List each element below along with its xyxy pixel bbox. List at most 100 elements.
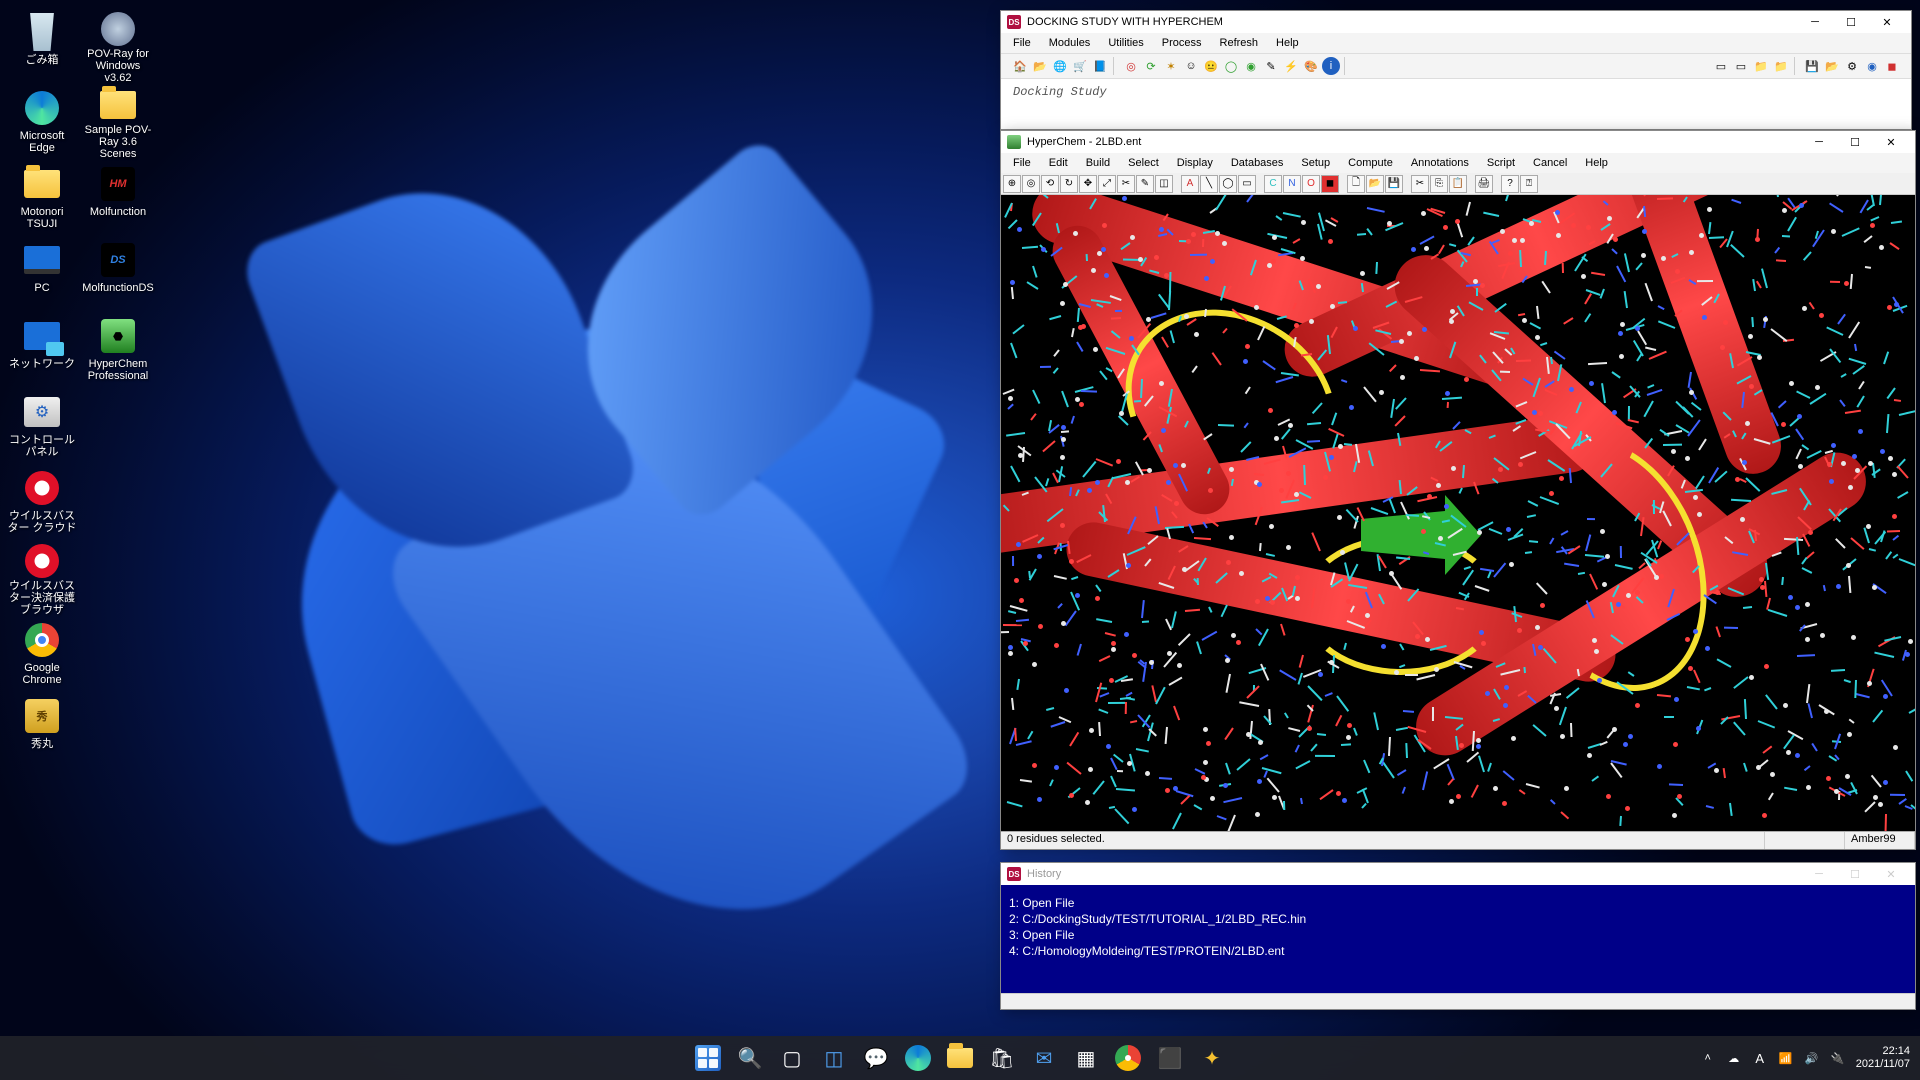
history-body[interactable]: 1: Open File2: C:/DockingStudy/TEST/TUTO… — [1001, 885, 1915, 993]
tool-rotate-xy-icon[interactable]: ⟲ — [1041, 175, 1059, 193]
history-maximize-button[interactable]: ☐ — [1837, 863, 1873, 885]
hyperchem-menu-script[interactable]: Script — [1479, 155, 1523, 171]
tool-help-icon[interactable]: ? — [1501, 175, 1519, 193]
tray-onedrive-icon[interactable]: ☁ — [1726, 1050, 1742, 1066]
history-minimize-button[interactable]: ─ — [1801, 863, 1837, 885]
tb-edit-icon[interactable]: ✎ — [1262, 57, 1280, 75]
tool-zclip-icon[interactable]: ✂ — [1117, 175, 1135, 193]
hyperchem-menu-edit[interactable]: Edit — [1041, 155, 1076, 171]
taskbar-explorer-icon[interactable] — [942, 1040, 978, 1076]
tb-ring-icon[interactable]: ◉ — [1242, 57, 1260, 75]
tool-carbon-icon[interactable]: C — [1264, 175, 1282, 193]
tb-open2-icon[interactable]: 📁 — [1752, 57, 1770, 75]
history-titlebar[interactable]: DS History ─ ☐ ✕ — [1001, 863, 1915, 885]
hyperchem-menu-help[interactable]: Help — [1577, 155, 1616, 171]
desktop-icon-molfunctionds[interactable]: DSMolfunctionDS — [80, 236, 156, 312]
tb-circle2-icon[interactable]: ◉ — [1863, 57, 1881, 75]
hyperchem-titlebar[interactable]: HyperChem - 2LBD.ent ─ ☐ ✕ — [1001, 131, 1915, 153]
tb-home-icon[interactable]: 🏠 — [1011, 57, 1029, 75]
tb-open-icon[interactable]: 📂 — [1031, 57, 1049, 75]
tool-line-icon[interactable]: ╲ — [1200, 175, 1218, 193]
desktop-icon-povray[interactable]: POV-Ray for Windows v3.62 — [80, 8, 156, 84]
tb-cart-icon[interactable]: 🛒 — [1071, 57, 1089, 75]
hyperchem-minimize-button[interactable]: ─ — [1801, 131, 1837, 153]
desktop-icon-folder[interactable]: Motonori TSUJI — [4, 160, 80, 236]
tb-open3-icon[interactable]: 📁 — [1772, 57, 1790, 75]
tb-info-icon[interactable]: i — [1322, 57, 1340, 75]
history-close-button[interactable]: ✕ — [1873, 863, 1909, 885]
tool-translate-icon[interactable]: ✥ — [1079, 175, 1097, 193]
desktop-icon-controlpanel[interactable]: コントロール パネル — [4, 388, 80, 464]
docking-titlebar[interactable]: DS DOCKING STUDY WITH HYPERCHEM ─ ☐ ✕ — [1001, 11, 1911, 33]
tb-smile-icon[interactable]: ☺ — [1182, 57, 1200, 75]
hyperchem-menu-databases[interactable]: Databases — [1223, 155, 1292, 171]
docking-menu-process[interactable]: Process — [1154, 35, 1210, 51]
taskbar-hyperchem-icon[interactable]: ⬛ — [1152, 1040, 1188, 1076]
hyperchem-maximize-button[interactable]: ☐ — [1837, 131, 1873, 153]
desktop-icon-network[interactable]: ネットワーク — [4, 312, 80, 388]
desktop-icon-folder[interactable]: Sample POV-Ray 3.6 Scenes — [80, 84, 156, 160]
tool-paste-icon[interactable]: 📋 — [1449, 175, 1467, 193]
docking-menu-refresh[interactable]: Refresh — [1212, 35, 1267, 51]
tray-ime-icon[interactable]: A — [1752, 1050, 1768, 1066]
tray-wifi-icon[interactable]: 📶 — [1778, 1050, 1794, 1066]
docking-menu-file[interactable]: File — [1005, 35, 1039, 51]
hyperchem-menu-setup[interactable]: Setup — [1293, 155, 1338, 171]
docking-menu-utilities[interactable]: Utilities — [1100, 35, 1151, 51]
docking-maximize-button[interactable]: ☐ — [1833, 11, 1869, 33]
tray-chevron-icon[interactable]: ˄ — [1700, 1050, 1716, 1066]
tb-folder-icon[interactable]: 📂 — [1823, 57, 1841, 75]
tb-window2-icon[interactable]: ▭ — [1732, 57, 1750, 75]
tool-ellipse-icon[interactable]: ◯ — [1219, 175, 1237, 193]
tb-palette-icon[interactable]: 🎨 — [1302, 57, 1320, 75]
hyperchem-close-button[interactable]: ✕ — [1873, 131, 1909, 153]
hyperchem-menu-build[interactable]: Build — [1078, 155, 1118, 171]
tb-circle-icon[interactable]: ◯ — [1222, 57, 1240, 75]
tool-cut-icon[interactable]: ✂ — [1411, 175, 1429, 193]
tb-globe-icon[interactable]: 🌐 — [1051, 57, 1069, 75]
taskview-button[interactable]: ▢ — [774, 1040, 810, 1076]
tool-oxygen-icon[interactable]: O — [1302, 175, 1320, 193]
desktop-icon-hidemaru[interactable]: 秀秀丸 — [4, 692, 80, 768]
tool-print-icon[interactable]: 🖨 — [1475, 175, 1493, 193]
tb-refresh-green-icon[interactable]: ⟳ — [1142, 57, 1160, 75]
desktop-icon-molfunction[interactable]: HMMolfunction — [80, 160, 156, 236]
desktop-icon-recycle[interactable]: ごみ箱 — [4, 8, 80, 84]
tool-draw-icon[interactable]: ⊕ — [1003, 175, 1021, 193]
tray-volume-icon[interactable]: 🔊 — [1804, 1050, 1820, 1066]
tool-rotate-z-icon[interactable]: ↻ — [1060, 175, 1078, 193]
taskbar-chrome-icon[interactable] — [1110, 1040, 1146, 1076]
tool-zoom-icon[interactable]: ⤢ — [1098, 175, 1116, 193]
docking-close-button[interactable]: ✕ — [1869, 11, 1905, 33]
docking-menu-help[interactable]: Help — [1268, 35, 1307, 51]
desktop-icon-edge[interactable]: Microsoft Edge — [4, 84, 80, 160]
tb-target-icon[interactable]: ◎ — [1122, 57, 1140, 75]
hyperchem-menu-file[interactable]: File — [1005, 155, 1039, 171]
taskbar-store-icon[interactable]: 🛍 — [984, 1040, 1020, 1076]
taskbar-app1-icon[interactable]: ▦ — [1068, 1040, 1104, 1076]
docking-menu-modules[interactable]: Modules — [1041, 35, 1099, 51]
hyperchem-menu-display[interactable]: Display — [1169, 155, 1221, 171]
history-scrollbar[interactable] — [1001, 993, 1915, 1009]
hyperchem-menu-cancel[interactable]: Cancel — [1525, 155, 1575, 171]
search-button[interactable]: 🔍 — [732, 1040, 768, 1076]
taskbar-edge-icon[interactable] — [900, 1040, 936, 1076]
desktop-icon-trend[interactable]: ウイルスバスター決済保護ブラウザ — [4, 540, 80, 616]
tb-atom-icon[interactable]: ✶ — [1162, 57, 1180, 75]
tool-rect-icon[interactable]: ▭ — [1238, 175, 1256, 193]
tb-book-icon[interactable]: 📘 — [1091, 57, 1109, 75]
tool-open-icon[interactable]: 📂 — [1366, 175, 1384, 193]
tool-context-help-icon[interactable]: ⍰ — [1520, 175, 1538, 193]
taskbar-lamp-icon[interactable]: ✦ — [1194, 1040, 1230, 1076]
tool-new-icon[interactable]: 🗋 — [1347, 175, 1365, 193]
hyperchem-menu-select[interactable]: Select — [1120, 155, 1167, 171]
desktop-icon-trend[interactable]: ウイルスバスター クラウド — [4, 464, 80, 540]
tb-neutral-icon[interactable]: 😐 — [1202, 57, 1220, 75]
tray-power-icon[interactable]: 🔌 — [1830, 1050, 1846, 1066]
hyperchem-canvas[interactable] — [1001, 195, 1915, 831]
desktop-icon-chrome[interactable]: Google Chrome — [4, 616, 80, 692]
tool-measure-icon[interactable]: ✎ — [1136, 175, 1154, 193]
tb-save-icon[interactable]: 💾 — [1803, 57, 1821, 75]
tb-wand-icon[interactable]: ⚡ — [1282, 57, 1300, 75]
hyperchem-menu-annotations[interactable]: Annotations — [1403, 155, 1477, 171]
